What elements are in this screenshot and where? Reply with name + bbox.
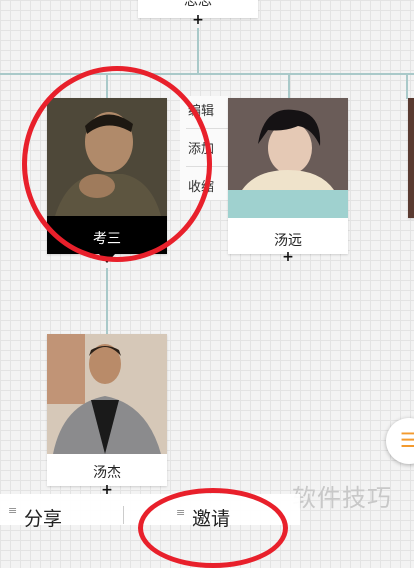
connector-line	[406, 73, 408, 99]
node-name: 汤杰	[93, 465, 121, 481]
share-button[interactable]: 分享	[24, 504, 62, 531]
bar-divider	[123, 506, 124, 524]
connector-line	[288, 73, 290, 99]
top-node-name: 思思	[184, 0, 212, 9]
float-list-button[interactable]: ☰	[386, 418, 414, 464]
connector-line	[0, 73, 414, 75]
list-icon: ☰	[400, 428, 414, 452]
top-node-add-icon[interactable]: +	[192, 13, 204, 27]
share-menu-icon: ≡	[8, 504, 18, 517]
node-card-cropped[interactable]	[408, 98, 414, 218]
watermark: 软件技巧	[292, 484, 392, 512]
node-photo	[47, 334, 167, 454]
highlight-circle	[138, 488, 288, 568]
connector-line	[197, 28, 199, 74]
node-card-tangjie[interactable]: 汤杰	[47, 334, 167, 486]
highlight-circle	[22, 66, 212, 262]
node-name: 汤远	[274, 233, 302, 249]
node-add-icon[interactable]: +	[282, 250, 294, 264]
node-photo	[228, 98, 348, 218]
connector-line	[106, 268, 108, 334]
node-card-tangyuan[interactable]: 汤远	[228, 98, 348, 254]
